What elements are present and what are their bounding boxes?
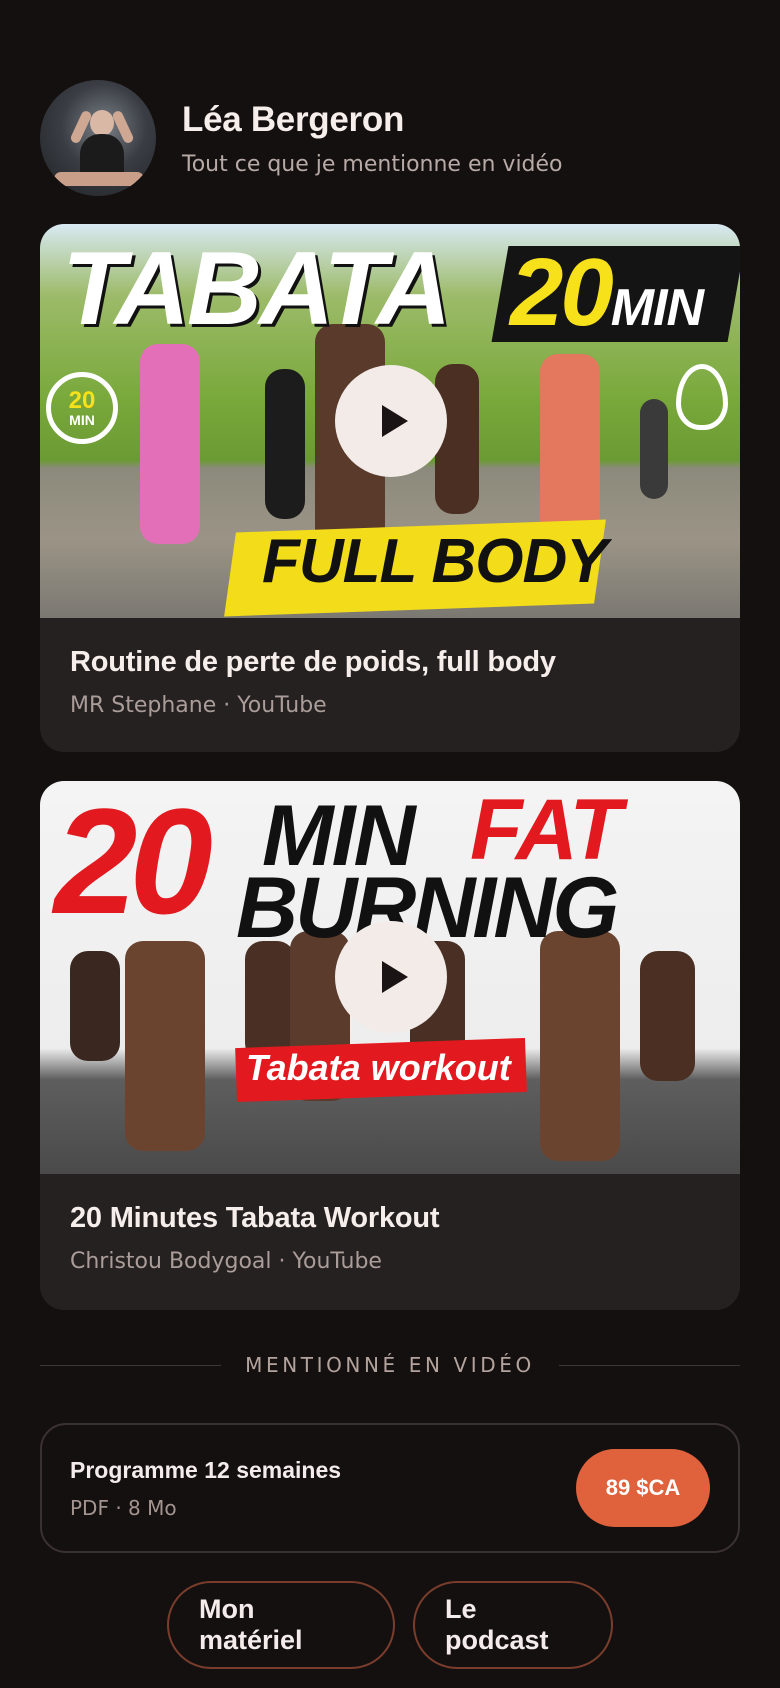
section-label: MENTIONNÉ EN VIDÉO <box>245 1353 535 1377</box>
product-card[interactable]: Programme 12 semaines PDF · 8 Mo 89 $CA <box>40 1423 740 1553</box>
play-icon <box>382 405 408 437</box>
flame-icon <box>676 364 728 430</box>
divider-line <box>558 1364 740 1366</box>
product-title: Programme 12 semaines <box>70 1456 342 1483</box>
video-thumbnail[interactable]: 20 MIN FAT BURNING Tabata workout <box>40 781 740 1174</box>
stopwatch-icon: 20 MIN <box>46 372 118 444</box>
video-card[interactable]: 20 MIN FAT BURNING Tabata workout 20 Min… <box>40 781 740 1310</box>
video-title[interactable]: 20 Minutes Tabata Workout <box>70 1202 710 1235</box>
buy-button[interactable]: 89 $CA <box>576 1449 710 1527</box>
video-title[interactable]: Routine de perte de poids, full body <box>70 646 710 679</box>
thumbnail-number: 20 <box>54 781 213 945</box>
video-thumbnail[interactable]: TABATA 20MIN 20 MIN FULL BODY <box>40 224 740 618</box>
avatar <box>40 80 156 196</box>
profile-subtitle: Tout ce que je mentionne en vidéo <box>182 151 563 177</box>
thumbnail-headline: TABATA <box>62 231 451 347</box>
video-meta: Christou Bodygoal · YouTube <box>70 1249 382 1274</box>
podcast-link-button[interactable]: Le podcast <box>413 1581 613 1669</box>
thumbnail-banner: FULL BODY <box>262 527 608 596</box>
thumbnail-banner: Tabata workout <box>246 1047 511 1088</box>
section-divider: MENTIONNÉ EN VIDÉO <box>40 1350 740 1380</box>
link-buttons: Mon matériel Le podcast <box>0 1581 780 1671</box>
play-button[interactable] <box>335 921 447 1033</box>
play-icon <box>382 961 408 993</box>
product-meta: PDF · 8 Mo <box>70 1495 177 1520</box>
divider-line <box>40 1364 222 1366</box>
play-button[interactable] <box>335 365 447 477</box>
profile-name: Léa Bergeron <box>182 99 405 139</box>
video-meta: MR Stephane · YouTube <box>70 693 327 718</box>
thumbnail-duration: 20MIN <box>510 239 704 346</box>
profile-header: Léa Bergeron Tout ce que je mentionne en… <box>40 78 740 198</box>
video-card[interactable]: TABATA 20MIN 20 MIN FULL BODY Routine de … <box>40 224 740 752</box>
gear-link-button[interactable]: Mon matériel <box>167 1581 395 1669</box>
